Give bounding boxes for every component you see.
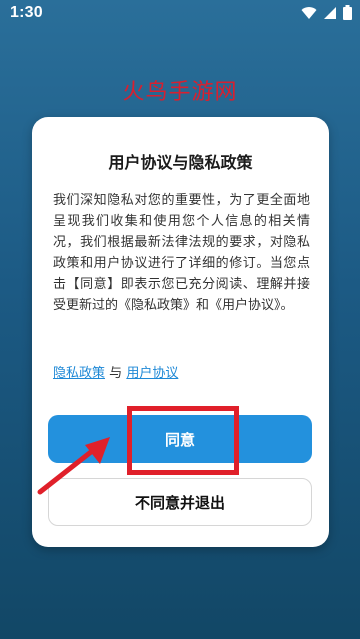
agree-button-label: 同意 xyxy=(164,430,195,449)
disagree-exit-button[interactable]: 不同意并退出 xyxy=(48,478,312,526)
privacy-policy-link[interactable]: 隐私政策 xyxy=(53,366,105,381)
user-agreement-link[interactable]: 用户协议 xyxy=(126,366,178,381)
dialog-body-text[interactable]: 我们深知隐私对您的重要性，为了更全面地呈现我们收集和使用您个人信息的相关情况，我… xyxy=(53,190,310,350)
disagree-button-label: 不同意并退出 xyxy=(134,493,225,512)
privacy-dialog: 用户协议与隐私政策 我们深知隐私对您的重要性，为了更全面地呈现我们收集和使用您个… xyxy=(32,117,329,547)
agree-button[interactable]: 同意 xyxy=(48,415,312,463)
battery-icon xyxy=(343,5,352,20)
wifi-icon xyxy=(301,6,317,20)
dialog-title: 用户协议与隐私政策 xyxy=(108,153,253,172)
policy-links: 隐私政策 与 用户协议 xyxy=(53,362,178,381)
signal-icon xyxy=(323,6,337,20)
status-bar: 1:30 xyxy=(0,0,360,28)
status-time: 1:30 xyxy=(10,4,43,21)
watermark-text: 火鸟手游网 xyxy=(122,80,238,105)
status-icons xyxy=(301,5,352,20)
link-separator: 与 xyxy=(109,366,123,381)
